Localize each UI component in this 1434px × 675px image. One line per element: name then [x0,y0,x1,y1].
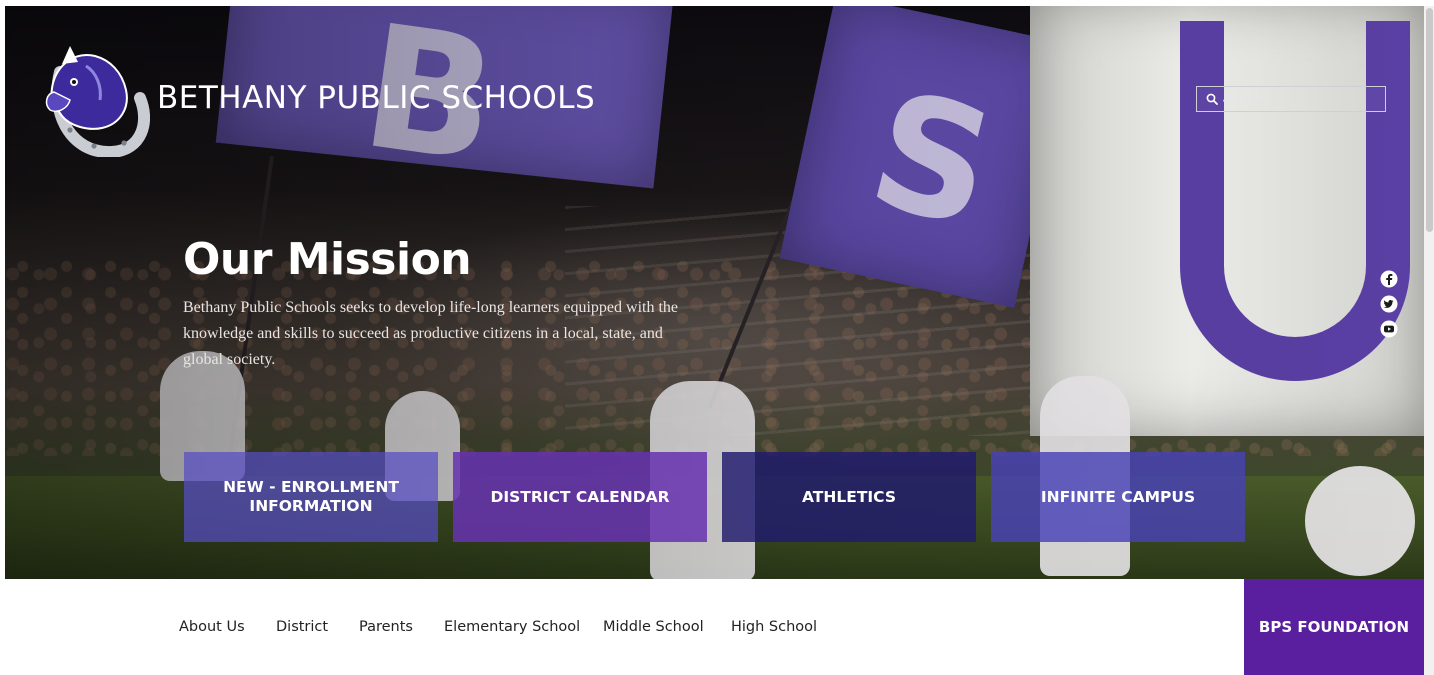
mission-title: Our Mission [183,234,472,285]
main-navigation: About Us District Parents Elementary Sch… [0,579,1424,675]
bps-foundation-button[interactable]: BPS FOUNDATION [1244,579,1424,675]
nav-item-about-us[interactable]: About Us [179,619,245,635]
tile-label: NEW - ENROLLMENT INFORMATION [223,478,399,515]
search-box[interactable] [1196,86,1386,112]
mission-text: Bethany Public Schools seeks to develop … [183,299,678,368]
youtube-link[interactable] [1380,320,1398,338]
nav-item-middle-school[interactable]: Middle School [603,619,704,635]
enrollment-info-tile[interactable]: NEW - ENROLLMENT INFORMATION [184,452,438,542]
athletics-tile[interactable]: ATHLETICS [722,452,976,542]
tile-label: DISTRICT CALENDAR [490,487,670,506]
tile-label: INFINITE CAMPUS [1040,487,1196,506]
nav-item-parents[interactable]: Parents [359,619,413,635]
twitter-icon [1380,295,1398,313]
tile-label: ATHLETICS [802,487,896,506]
nav-item-elementary-school[interactable]: Elementary School [444,619,580,635]
youtube-icon [1380,320,1398,338]
nav-item-district[interactable]: District [276,619,328,635]
scrollbar-thumb[interactable] [1426,8,1433,232]
school-logo[interactable] [40,42,151,159]
twitter-link[interactable] [1380,295,1398,313]
social-links [1380,270,1400,345]
horseshoe-mascot-logo-icon [45,46,151,159]
search-input[interactable] [1221,91,1373,107]
brand-name: BETHANY PUBLIC SCHOOLS [157,80,596,116]
facebook-link[interactable] [1380,270,1398,288]
infinite-campus-tile[interactable]: INFINITE CAMPUS [991,452,1245,542]
facebook-icon [1380,270,1398,288]
nav-item-high-school[interactable]: High School [731,619,817,635]
district-calendar-tile[interactable]: DISTRICT CALENDAR [453,452,707,542]
search-icon [1203,90,1221,108]
